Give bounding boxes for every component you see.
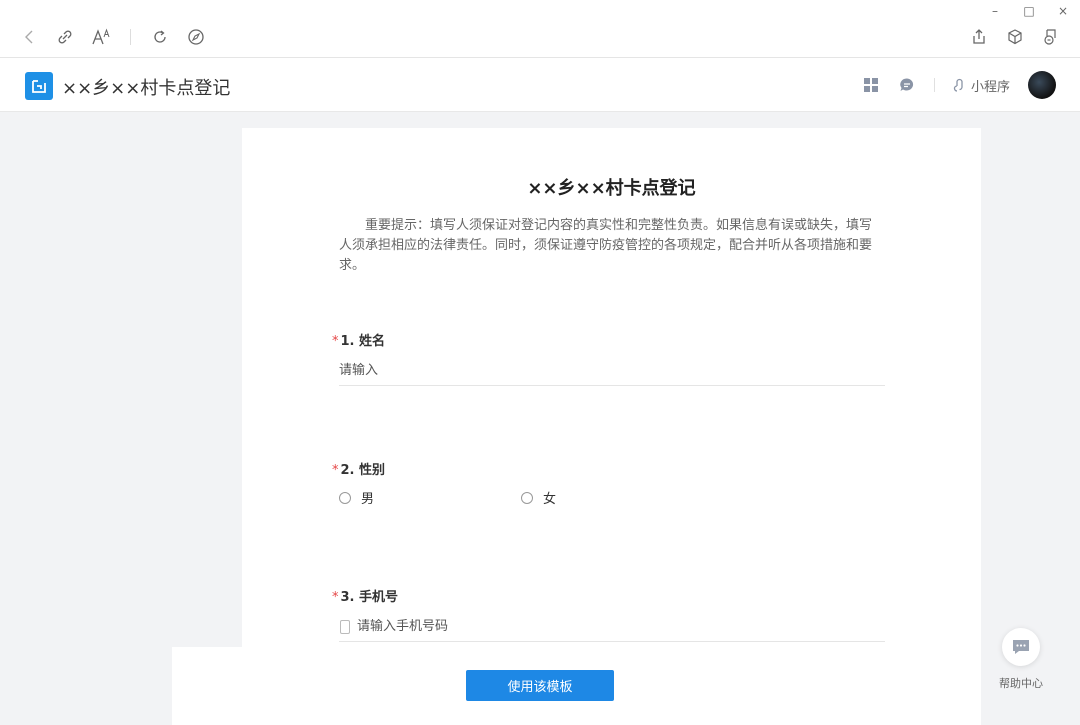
nav-bar bbox=[18, 26, 207, 48]
compass-icon[interactable] bbox=[185, 26, 207, 48]
close-button[interactable]: × bbox=[1056, 4, 1070, 18]
help-center[interactable]: 帮助中心 bbox=[996, 628, 1046, 691]
radio-circle[interactable] bbox=[339, 491, 351, 504]
name-input[interactable] bbox=[339, 356, 885, 386]
toolbar-right bbox=[968, 26, 1062, 48]
devtools-icon[interactable] bbox=[1040, 26, 1062, 48]
phone-field[interactable] bbox=[339, 612, 885, 642]
required-mark: * bbox=[332, 334, 339, 349]
use-template-button[interactable]: 使用该模板 bbox=[466, 670, 614, 701]
gender-option-female[interactable]: 女 bbox=[521, 488, 556, 507]
header-actions: 小程序 bbox=[862, 71, 1056, 99]
radio-circle[interactable] bbox=[521, 491, 533, 504]
avatar[interactable] bbox=[1028, 71, 1056, 99]
chat-icon[interactable] bbox=[898, 76, 916, 94]
help-chat-icon[interactable] bbox=[1002, 628, 1040, 666]
required-mark: * bbox=[332, 590, 339, 605]
bottom-action-bar: 使用该模板 bbox=[172, 647, 981, 725]
app-title: ××乡××村卡点登记 bbox=[62, 78, 231, 99]
toolbar-divider bbox=[130, 29, 131, 45]
app-logo bbox=[25, 72, 53, 100]
mini-program-icon bbox=[953, 78, 963, 92]
mini-program-label: 小程序 bbox=[970, 79, 1010, 95]
mini-program-link[interactable]: 小程序 bbox=[953, 76, 1010, 95]
window-controls: – □ × bbox=[988, 4, 1070, 18]
phone-input[interactable] bbox=[357, 619, 857, 634]
back-icon[interactable] bbox=[18, 26, 40, 48]
browser-toolbar: – □ × bbox=[0, 0, 1080, 58]
form-card: ××乡××村卡点登记 重要提示：填写人须保证对登记内容的真实性和完整性负责。如果… bbox=[242, 128, 981, 725]
font-size-icon[interactable] bbox=[90, 26, 112, 48]
grid-icon[interactable] bbox=[862, 76, 880, 94]
gender-option-male[interactable]: 男 bbox=[339, 488, 374, 507]
form-title: ××乡××村卡点登记 bbox=[527, 178, 696, 199]
question-gender-label: * 2. 性别 bbox=[332, 463, 386, 478]
question-phone-label: * 3. 手机号 bbox=[332, 590, 399, 605]
question-name-label: * 1. 姓名 bbox=[332, 334, 386, 349]
app-header: ××乡××村卡点登记 小程序 bbox=[0, 58, 1080, 112]
link-icon[interactable] bbox=[54, 26, 76, 48]
share-icon[interactable] bbox=[968, 26, 990, 48]
phone-icon bbox=[340, 619, 350, 634]
header-divider bbox=[933, 78, 935, 92]
cube-icon[interactable] bbox=[1004, 26, 1026, 48]
form-notice: 重要提示：填写人须保证对登记内容的真实性和完整性负责。如果信息有误或缺失，填写人… bbox=[339, 218, 873, 273]
help-center-label: 帮助中心 bbox=[999, 677, 1043, 690]
refresh-icon[interactable] bbox=[149, 26, 171, 48]
required-mark: * bbox=[332, 463, 339, 478]
minimize-button[interactable]: – bbox=[988, 4, 1002, 18]
maximize-button[interactable]: □ bbox=[1022, 4, 1036, 18]
